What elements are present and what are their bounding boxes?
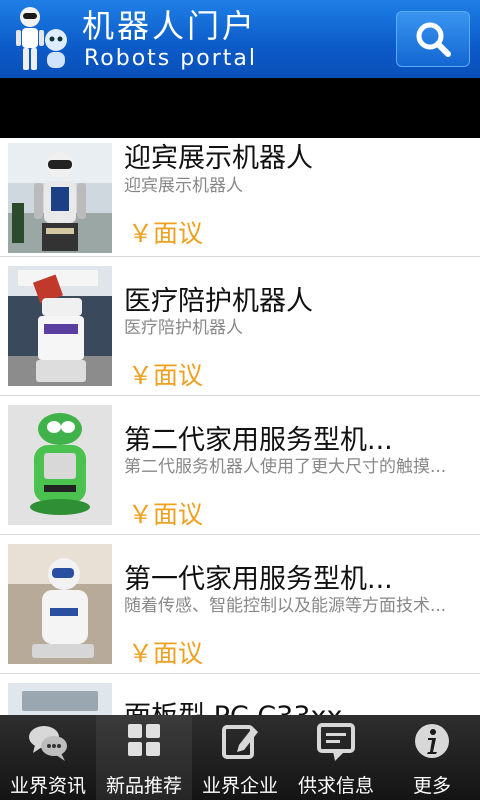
list-item[interactable]: 面板型 PC C33xx [0,674,480,715]
product-price: ￥面议 [128,219,204,248]
robot-logo-icon [16,7,67,70]
tab-label: 供求信息 [297,775,374,797]
list-item[interactable]: 第二代家用服务型机... 第二代服务机器人使用了更大尺寸的触摸... ￥面议 [0,396,480,535]
list-item[interactable]: 迎宾展示机器人 迎宾展示机器人 ￥面议 [0,138,480,257]
list-item[interactable]: 第一代家用服务型机... 随着传感、智能控制以及能源等方面技术... ￥面议 [0,535,480,674]
product-price: ￥面议 [128,361,204,390]
tab-label: 业界资讯 [9,775,86,797]
product-name: 面板型 PC C33xx [124,694,342,715]
tab-label: 更多 [412,775,451,797]
search-icon [416,22,451,57]
app-subtitle: Robots portal [84,46,257,71]
message-icon [317,723,355,761]
product-price: ￥面议 [128,500,204,529]
tab-industry-companies[interactable]: 业界企业 [192,715,288,800]
product-thumbnail [8,683,112,715]
bottom-tab-bar: 业界资讯 新品推荐 业界企业 供求信息 更多 [0,715,480,800]
product-description: 医疗陪护机器人 [124,318,243,338]
tab-label: 新品推荐 [105,775,182,797]
tab-industry-news[interactable]: 业界资讯 [0,715,96,800]
product-description: 迎宾展示机器人 [124,176,243,196]
tab-new-products[interactable]: 新品推荐 [96,715,192,800]
product-price: ￥面议 [128,639,204,668]
product-thumbnail [8,405,112,525]
tab-supply-demand[interactable]: 供求信息 [288,715,384,800]
product-name: 迎宾展示机器人 [124,143,313,174]
ad-banner-area [0,78,480,138]
chat-bubbles-icon [29,726,67,761]
search-button[interactable] [396,11,470,67]
list-item[interactable]: 医疗陪护机器人 医疗陪护机器人 ￥面议 [0,257,480,396]
app-header: 机器人门户 Robots portal [0,0,480,78]
product-description: 第二代服务机器人使用了更大尺寸的触摸... [124,457,447,477]
app-title: 机器人门户 [82,7,258,45]
edit-icon [222,725,258,759]
tab-label: 业界企业 [201,775,278,797]
product-thumbnail [8,266,112,386]
product-list[interactable]: 迎宾展示机器人 迎宾展示机器人 ￥面议 医疗陪护机器人 医疗陪护机器人 ￥面议 [0,138,480,715]
tab-more[interactable]: 更多 [384,715,480,800]
product-thumbnail [8,544,112,664]
info-icon [415,724,449,758]
product-thumbnail [8,143,112,253]
product-description: 随着传感、智能控制以及能源等方面技术... [124,596,447,616]
grid-icon [128,724,160,756]
